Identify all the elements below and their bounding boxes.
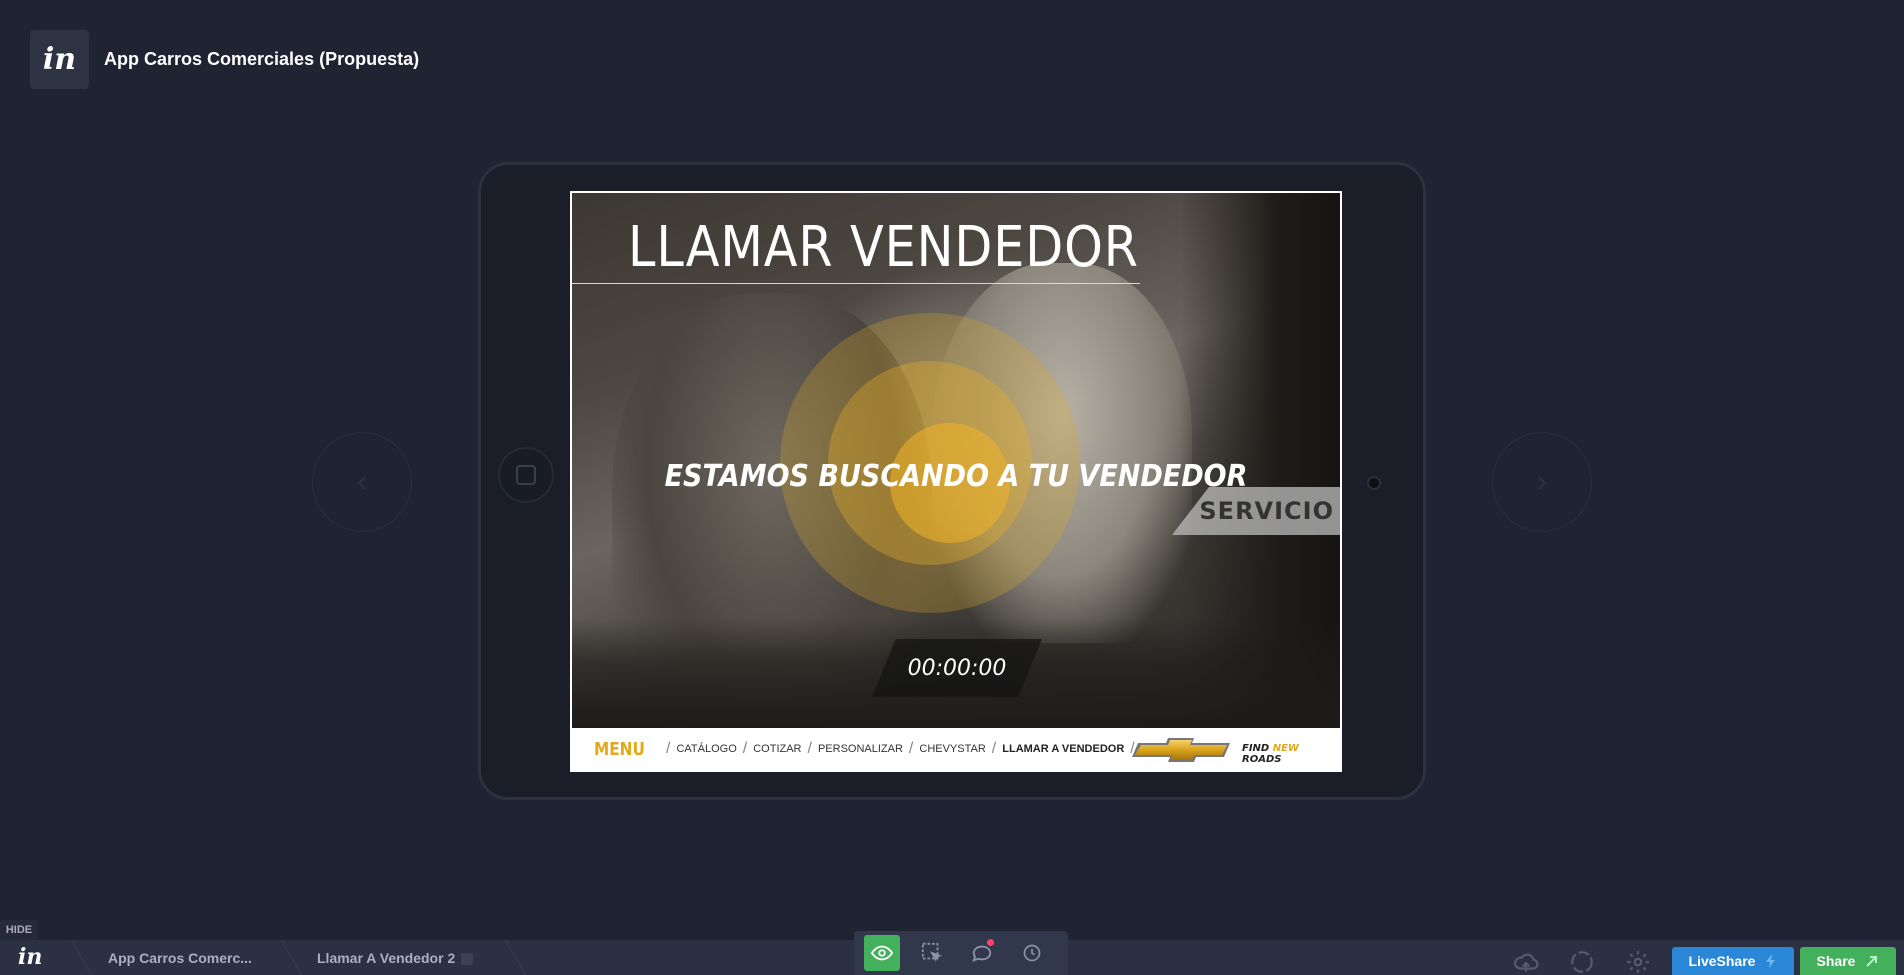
invision-logo[interactable]: in <box>30 30 89 89</box>
title-divider <box>572 283 1140 284</box>
history-mode-button[interactable] <box>1014 935 1050 971</box>
hotspot-cursor-icon <box>921 942 943 962</box>
hide-toolbar-button[interactable]: HIDE <box>0 920 38 940</box>
liveshare-button[interactable]: LiveShare <box>1672 947 1794 975</box>
device-camera <box>1367 476 1381 490</box>
find-new-roads-tagline: FIND NEW ROADS <box>1242 743 1299 765</box>
app-bottom-menu: MENU / CATÁLOGO / COTIZAR / PERSONALIZAR… <box>572 728 1340 770</box>
call-timer: 00:00:00 <box>872 639 1042 697</box>
mode-switcher <box>854 931 1068 975</box>
gear-icon[interactable] <box>1624 948 1652 975</box>
eye-icon <box>871 945 893 961</box>
menu-item-chevystar[interactable]: CHEVYSTAR <box>919 743 985 755</box>
sync-icon[interactable] <box>1568 948 1596 975</box>
breadcrumb-separator <box>481 940 527 975</box>
breadcrumb-project[interactable]: App Carros Comerc... <box>108 950 252 966</box>
chevron-left-icon: ‹ <box>357 465 367 498</box>
upload-cloud-icon[interactable] <box>1512 948 1540 975</box>
prototype-screen[interactable]: LLAMAR VENDEDOR ESTAMOS BUSCANDO A TU VE… <box>570 191 1342 772</box>
screen-badge-icon <box>461 953 474 966</box>
chevron-right-icon: › <box>1537 465 1547 498</box>
build-mode-button[interactable] <box>914 935 950 971</box>
menu-item-cotizar[interactable]: COTIZAR <box>753 743 801 755</box>
menu-item-llamar-vendedor[interactable]: LLAMAR A VENDEDOR <box>1002 743 1124 755</box>
breadcrumb-screen[interactable]: Llamar A Vendedor 2 <box>317 950 474 966</box>
invision-logo-small[interactable]: in <box>18 944 42 970</box>
breadcrumb-separator <box>257 940 303 975</box>
comment-mode-button[interactable] <box>964 935 1000 971</box>
share-button[interactable]: Share <box>1800 947 1896 975</box>
background-photo: LLAMAR VENDEDOR ESTAMOS BUSCANDO A TU VE… <box>572 193 1340 728</box>
search-status-text: ESTAMOS BUSCANDO A TU VENDEDOR <box>664 459 1248 494</box>
previous-screen-button[interactable]: ‹ <box>312 432 412 532</box>
project-title: App Carros Comerciales (Propuesta) <box>104 49 420 69</box>
screen-title: LLAMAR VENDEDOR <box>628 215 1139 280</box>
breadcrumb-separator <box>47 940 93 975</box>
menu-item-catalogo[interactable]: CATÁLOGO <box>676 743 736 755</box>
home-button <box>498 447 554 503</box>
clock-icon <box>1023 944 1041 962</box>
preview-mode-button[interactable] <box>864 935 900 971</box>
notification-dot <box>987 939 994 946</box>
next-screen-button[interactable]: › <box>1492 432 1592 532</box>
lightning-icon <box>1766 954 1776 968</box>
share-arrow-icon <box>1866 956 1878 967</box>
menu-item-personalizar[interactable]: PERSONALIZAR <box>818 743 903 755</box>
menu-button[interactable]: MENU <box>594 739 645 760</box>
chevrolet-bowtie-logo <box>1132 738 1230 762</box>
